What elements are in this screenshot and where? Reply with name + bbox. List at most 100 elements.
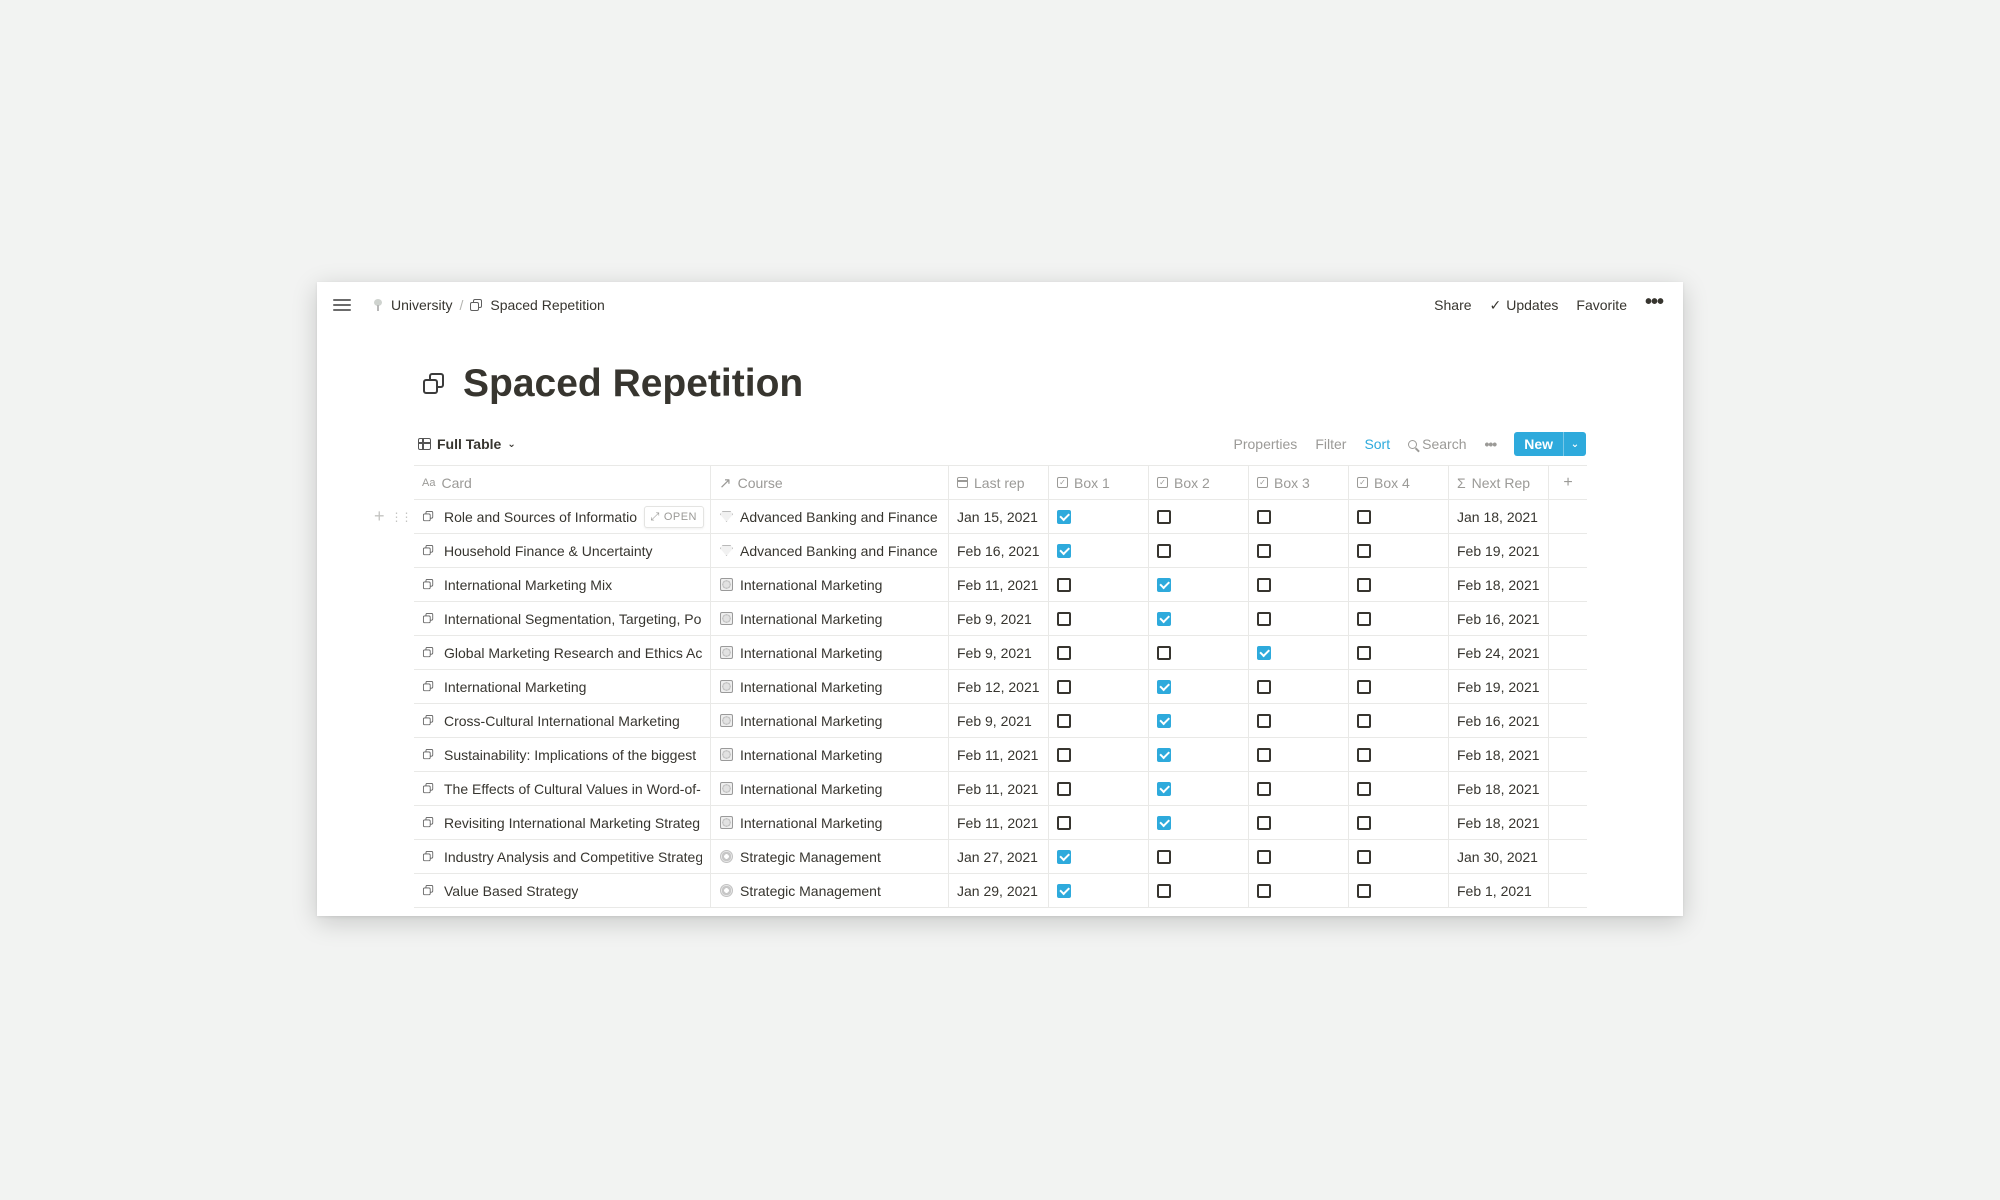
- card-title[interactable]: International Marketing Mix: [444, 577, 612, 593]
- course-cell[interactable]: International Marketing: [711, 738, 949, 771]
- box-3-checkbox[interactable]: [1257, 747, 1271, 762]
- column-header-card[interactable]: Aa Card: [414, 466, 711, 499]
- box-1-checkbox[interactable]: [1057, 509, 1071, 524]
- card-title[interactable]: Role and Sources of Informatio: [444, 509, 637, 525]
- box-2-checkbox[interactable]: [1157, 713, 1171, 728]
- last-rep-cell[interactable]: Feb 11, 2021: [949, 568, 1049, 601]
- box-3-checkbox[interactable]: [1257, 849, 1271, 864]
- course-link[interactable]: International Marketing: [740, 747, 882, 763]
- card-cell[interactable]: Cross-Cultural International Marketing: [414, 704, 711, 737]
- box-4-checkbox[interactable]: [1357, 611, 1371, 626]
- course-link[interactable]: Advanced Banking and Finance: [740, 509, 938, 525]
- last-rep-cell[interactable]: Feb 11, 2021: [949, 772, 1049, 805]
- course-link[interactable]: International Marketing: [740, 713, 882, 729]
- box-4-checkbox[interactable]: [1357, 849, 1371, 864]
- column-header-box-4[interactable]: ✓ Box 4: [1349, 466, 1449, 499]
- box-2-checkbox[interactable]: [1157, 747, 1171, 762]
- box-4-checkbox[interactable]: [1357, 781, 1371, 796]
- course-link[interactable]: International Marketing: [740, 611, 882, 627]
- last-rep-cell[interactable]: Feb 9, 2021: [949, 636, 1049, 669]
- box-1-checkbox[interactable]: [1057, 849, 1071, 864]
- card-title[interactable]: The Effects of Cultural Values in Word-o…: [444, 781, 702, 797]
- table-row[interactable]: Industry Analysis and Competitive Strate…: [414, 840, 1587, 874]
- box-2-checkbox[interactable]: [1157, 543, 1171, 558]
- box-1-checkbox[interactable]: [1057, 883, 1071, 898]
- table-row[interactable]: Cross-Cultural International Marketing In…: [414, 704, 1587, 738]
- last-rep-cell[interactable]: Jan 29, 2021: [949, 874, 1049, 907]
- more-options-icon[interactable]: •••: [1645, 292, 1664, 313]
- column-header-box-2[interactable]: ✓ Box 2: [1149, 466, 1249, 499]
- last-rep-cell[interactable]: Feb 16, 2021: [949, 534, 1049, 567]
- card-cell[interactable]: Sustainability: Implications of the bigg…: [414, 738, 711, 771]
- course-link[interactable]: International Marketing: [740, 577, 882, 593]
- breadcrumb-item-spaced-repetition[interactable]: Spaced Repetition: [465, 294, 609, 316]
- box-2-checkbox[interactable]: [1157, 815, 1171, 830]
- column-header-box-1[interactable]: ✓ Box 1: [1049, 466, 1149, 499]
- card-title[interactable]: International Marketing: [444, 679, 586, 695]
- filter-button[interactable]: Filter: [1315, 436, 1346, 452]
- box-1-checkbox[interactable]: [1057, 577, 1071, 592]
- last-rep-cell[interactable]: Feb 11, 2021: [949, 738, 1049, 771]
- card-title[interactable]: Global Marketing Research and Ethics Acr: [444, 645, 702, 661]
- card-cell[interactable]: The Effects of Cultural Values in Word-o…: [414, 772, 711, 805]
- course-link[interactable]: International Marketing: [740, 645, 882, 661]
- box-1-checkbox[interactable]: [1057, 679, 1071, 694]
- box-4-checkbox[interactable]: [1357, 543, 1371, 558]
- last-rep-cell[interactable]: Feb 9, 2021: [949, 602, 1049, 635]
- course-cell[interactable]: International Marketing: [711, 636, 949, 669]
- card-cell[interactable]: International Marketing Mix: [414, 568, 711, 601]
- last-rep-cell[interactable]: Jan 15, 2021: [949, 500, 1049, 533]
- page-title[interactable]: Spaced Repetition: [463, 362, 803, 406]
- course-cell[interactable]: International Marketing: [711, 670, 949, 703]
- card-cell[interactable]: Household Finance & Uncertainty: [414, 534, 711, 567]
- box-2-checkbox[interactable]: [1157, 509, 1171, 524]
- drag-handle-icon[interactable]: ⋮⋮: [391, 511, 413, 523]
- box-2-checkbox[interactable]: [1157, 849, 1171, 864]
- course-cell[interactable]: International Marketing: [711, 806, 949, 839]
- course-cell[interactable]: International Marketing: [711, 568, 949, 601]
- box-3-checkbox[interactable]: [1257, 679, 1271, 694]
- course-cell[interactable]: Advanced Banking and Finance: [711, 534, 949, 567]
- card-title[interactable]: Cross-Cultural International Marketing: [444, 713, 680, 729]
- box-1-checkbox[interactable]: [1057, 815, 1071, 830]
- column-header-last-rep[interactable]: Last rep: [949, 466, 1049, 499]
- view-selector[interactable]: Full Table ⌄: [414, 434, 520, 454]
- box-4-checkbox[interactable]: [1357, 679, 1371, 694]
- course-cell[interactable]: Strategic Management: [711, 840, 949, 873]
- course-link[interactable]: International Marketing: [740, 679, 882, 695]
- card-cell[interactable]: Role and Sources of Informatio ⤢ OPEN: [414, 500, 711, 533]
- last-rep-cell[interactable]: Feb 11, 2021: [949, 806, 1049, 839]
- table-row[interactable]: International Segmentation, Targeting, P…: [414, 602, 1587, 636]
- course-cell[interactable]: Advanced Banking and Finance: [711, 500, 949, 533]
- box-2-checkbox[interactable]: [1157, 781, 1171, 796]
- share-button[interactable]: Share: [1434, 297, 1471, 313]
- box-3-checkbox[interactable]: [1257, 645, 1271, 660]
- favorite-button[interactable]: Favorite: [1576, 297, 1627, 313]
- box-3-checkbox[interactable]: [1257, 713, 1271, 728]
- course-link[interactable]: International Marketing: [740, 781, 882, 797]
- box-2-checkbox[interactable]: [1157, 679, 1171, 694]
- add-column-button[interactable]: +: [1549, 466, 1587, 499]
- table-row[interactable]: + ⋮⋮ Role and Sources of Informatio ⤢ OPEN Ad…: [374, 500, 1587, 534]
- column-header-box-3[interactable]: ✓ Box 3: [1249, 466, 1349, 499]
- box-3-checkbox[interactable]: [1257, 509, 1271, 524]
- course-cell[interactable]: Strategic Management: [711, 874, 949, 907]
- table-row[interactable]: Global Marketing Research and Ethics Acr…: [414, 636, 1587, 670]
- card-title[interactable]: Industry Analysis and Competitive Strate…: [444, 849, 702, 865]
- box-1-checkbox[interactable]: [1057, 645, 1071, 660]
- card-title[interactable]: Revisiting International Marketing Strat…: [444, 815, 700, 831]
- card-cell[interactable]: Revisiting International Marketing Strat…: [414, 806, 711, 839]
- box-1-checkbox[interactable]: [1057, 611, 1071, 626]
- sort-button[interactable]: Sort: [1364, 436, 1390, 452]
- box-2-checkbox[interactable]: [1157, 645, 1171, 660]
- box-1-checkbox[interactable]: [1057, 747, 1071, 762]
- course-cell[interactable]: International Marketing: [711, 772, 949, 805]
- card-title[interactable]: Sustainability: Implications of the bigg…: [444, 747, 696, 763]
- box-3-checkbox[interactable]: [1257, 543, 1271, 558]
- card-cell[interactable]: Value Based Strategy: [414, 874, 711, 907]
- card-cell[interactable]: International Segmentation, Targeting, P…: [414, 602, 711, 635]
- new-button[interactable]: New: [1514, 432, 1563, 456]
- add-row-plus-icon[interactable]: +: [374, 506, 385, 527]
- box-3-checkbox[interactable]: [1257, 611, 1271, 626]
- chevron-down-icon[interactable]: ⌄: [1563, 432, 1586, 456]
